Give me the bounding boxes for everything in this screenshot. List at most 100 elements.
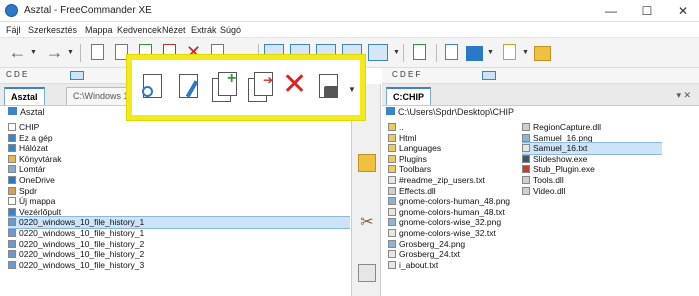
list-item[interactable]: gnome-colors-wise_32.txt — [388, 228, 528, 239]
list-view-icon[interactable] — [442, 43, 461, 62]
close-button[interactable]: ✕ — [668, 3, 698, 19]
delete-icon[interactable]: ✕ — [282, 70, 307, 100]
list-item-label: Slideshow.exe — [533, 153, 588, 164]
list-item-label: Video.dll — [533, 185, 566, 196]
menu-favorites[interactable]: Kedvencek — [117, 25, 162, 35]
list-item-label: gnome-colors-wise_32.txt — [399, 227, 496, 238]
forward-dropdown-icon[interactable]: ▼ — [67, 49, 74, 56]
right-drives[interactable]: C D E F — [392, 70, 420, 79]
list-item-label: Könyvtárak — [19, 153, 62, 164]
menu-edit[interactable]: Szerkesztés — [28, 25, 77, 35]
list-item[interactable]: Ez a gép — [8, 133, 350, 144]
tab-chip[interactable]: C:CHIP — [386, 87, 431, 105]
list-item[interactable]: 0220_windows_10_file_history_1 — [8, 216, 350, 229]
list-item-label: Html — [399, 132, 417, 143]
properties-icon[interactable] — [316, 72, 342, 102]
dll-file-icon — [522, 175, 530, 184]
list-item[interactable]: Languages — [388, 143, 528, 154]
image-file-icon — [388, 197, 396, 206]
quick-view-icon[interactable] — [88, 43, 107, 62]
favorites-icon[interactable] — [500, 43, 519, 62]
list-item[interactable]: Új mappa — [8, 196, 350, 207]
folder-icon — [388, 144, 396, 153]
list-item-label: Grosberg_24.txt — [399, 249, 460, 260]
list-item-label: gnome-colors-wise_32.png — [399, 217, 502, 228]
menu-folder[interactable]: Mappa — [85, 25, 113, 35]
minimize-button[interactable]: — — [596, 3, 626, 19]
list-item[interactable]: 0220_windows_10_file_history_3 — [8, 260, 350, 271]
list-item[interactable]: Spdr — [8, 186, 350, 197]
list-item[interactable]: Samuel_16.png — [522, 133, 662, 144]
drive-icon[interactable] — [70, 71, 84, 80]
right-file-list-column-2: RegionCapture.dll Samuel_16.png Samuel_16.… — [522, 122, 662, 296]
list-item-label: Samuel_16.png — [533, 132, 593, 143]
sync-icon[interactable] — [358, 154, 376, 172]
details-view-icon[interactable] — [466, 46, 483, 61]
compare-icon[interactable] — [358, 264, 376, 282]
list-item[interactable]: OneDrive — [8, 175, 350, 186]
quick-view-icon[interactable] — [140, 72, 166, 102]
tools-icon[interactable]: ✂ — [358, 214, 376, 232]
list-item[interactable]: Hálózat — [8, 143, 350, 154]
text-file-icon — [388, 228, 396, 237]
right-path-text: C:\Users\Spdr\Desktop\CHIP — [398, 107, 515, 117]
list-item-label: Grosberg_24.png — [399, 238, 466, 249]
menu-help[interactable]: Súgó — [220, 25, 241, 35]
list-item-label: Languages — [399, 143, 442, 154]
tab-desktop[interactable]: Asztal — [4, 87, 45, 105]
list-item[interactable]: gnome-colors-human_48.txt — [388, 207, 528, 218]
view-dropdown-icon[interactable]: ▼ — [487, 49, 494, 56]
list-item[interactable]: gnome-colors-wise_32.png — [388, 217, 528, 228]
list-item-label: #readme_zip_users.txt — [399, 174, 485, 185]
file-icon — [8, 250, 16, 259]
back-arrow-icon[interactable]: ← — [8, 43, 27, 62]
refresh-icon[interactable] — [410, 43, 429, 62]
menu-file[interactable]: Fájl — [6, 25, 21, 35]
list-item[interactable]: gnome-colors-human_48.png — [388, 196, 528, 207]
edit-file-icon[interactable] — [176, 72, 202, 102]
copy-file-icon[interactable]: + — [212, 71, 238, 102]
list-item[interactable]: Grosberg_24.png — [388, 239, 528, 250]
list-item[interactable]: Html — [388, 133, 528, 144]
move-file-icon[interactable]: ➔ — [248, 72, 274, 102]
forward-arrow-icon[interactable]: → — [45, 43, 64, 62]
list-item[interactable]: Tools.dll — [522, 175, 662, 186]
list-item[interactable]: Lomtár — [8, 164, 350, 175]
back-dropdown-icon[interactable]: ▼ — [30, 49, 37, 56]
list-item[interactable]: Vezérlőpult — [8, 207, 350, 218]
list-item[interactable]: Plugins — [388, 154, 528, 165]
layout-dropdown-icon[interactable]: ▼ — [393, 49, 400, 56]
list-item[interactable]: Könyvtárak — [8, 154, 350, 165]
maximize-button[interactable]: ☐ — [632, 3, 662, 19]
folder-tools-icon[interactable] — [534, 46, 551, 61]
list-item[interactable]: i_about.txt — [388, 260, 528, 271]
list-item[interactable]: RegionCapture.dll — [522, 122, 662, 133]
list-item[interactable]: Grosberg_24.txt — [388, 249, 528, 260]
right-file-list-column-1: .. Html Languages Plugins Toolbars #readme_zi… — [388, 122, 528, 296]
left-drives[interactable]: C D E — [6, 70, 27, 79]
list-item[interactable]: Toolbars — [388, 164, 528, 175]
list-item-label: Plugins — [399, 153, 427, 164]
list-item[interactable]: 0220_windows_10_file_history_2 — [8, 249, 350, 260]
exe-file-icon — [522, 154, 530, 163]
list-item[interactable]: .. — [388, 122, 528, 133]
user-icon — [8, 186, 16, 195]
menu-extras[interactable]: Extrák — [191, 25, 217, 35]
list-item[interactable]: Samuel_16.txt — [522, 142, 662, 155]
favorites-dropdown-icon[interactable]: ▼ — [522, 49, 529, 56]
list-item[interactable]: Video.dll — [522, 186, 662, 197]
list-item[interactable]: CHIP — [8, 122, 350, 133]
list-item[interactable]: Stub_Plugin.exe — [522, 164, 662, 175]
list-item[interactable]: Slideshow.exe — [522, 154, 662, 165]
menu-view[interactable]: Nézet — [162, 25, 186, 35]
list-item-label: RegionCapture.dll — [533, 122, 602, 132]
layout-panel-icon[interactable] — [368, 44, 388, 61]
panel-menu-icon[interactable]: ▾ ✕ — [676, 90, 691, 101]
highlighted-toolbar-callout: + ➔ ✕ ▼ — [127, 55, 365, 120]
list-item[interactable]: 0220_windows_10_file_history_2 — [8, 239, 350, 250]
list-item[interactable]: 0220_windows_10_file_history_1 — [8, 228, 350, 239]
list-item[interactable]: #readme_zip_users.txt — [388, 175, 528, 186]
drive-icon[interactable] — [482, 71, 496, 80]
list-item[interactable]: Effects.dll — [388, 186, 528, 197]
more-dropdown-icon[interactable]: ▼ — [348, 85, 356, 94]
